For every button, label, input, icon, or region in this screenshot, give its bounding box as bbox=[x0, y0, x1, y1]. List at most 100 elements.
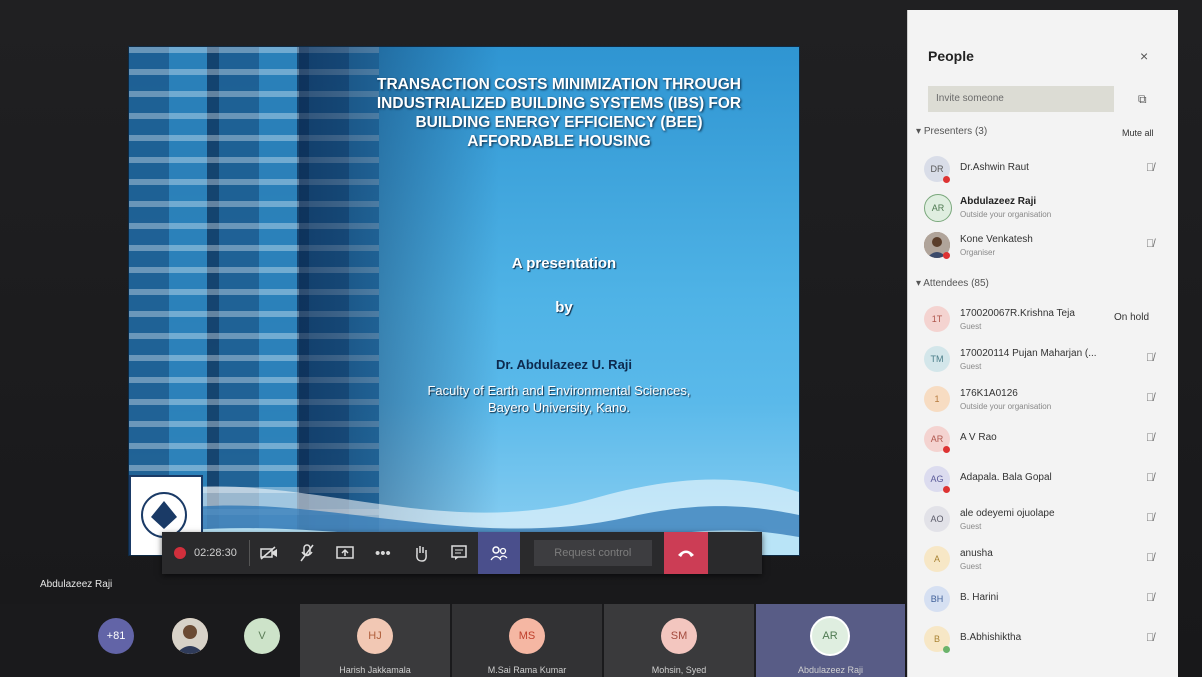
mute-all-button[interactable]: Mute all bbox=[1122, 128, 1154, 138]
participant-subtitle: Outside your organisation bbox=[960, 210, 1052, 219]
participant-row[interactable]: 1T 170020067R.Krishna Teja Guest On hold bbox=[924, 302, 1174, 340]
meeting-control-bar: 02:28:30 ••• Request control bbox=[162, 532, 762, 574]
participant-avatar: SM bbox=[661, 618, 697, 654]
participant-name: B. Harini bbox=[960, 592, 999, 603]
people-icon[interactable] bbox=[477, 532, 520, 574]
status-dot bbox=[943, 486, 950, 493]
meeting-stage: TRANSACTION COSTS MINIMIZATION THROUGH I… bbox=[0, 0, 1202, 677]
participant-name: 170020067R.Krishna Teja bbox=[960, 308, 1075, 319]
participant-name: Kone Venkatesh bbox=[960, 234, 1033, 245]
video-off-icon[interactable] bbox=[250, 532, 288, 574]
mic-off-icon[interactable]: 🎙̸ bbox=[1146, 512, 1154, 524]
mic-off-icon[interactable]: 🎙̸ bbox=[1146, 238, 1154, 250]
slide-title-line-1: TRANSACTION COSTS MINIMIZATION THROUGH bbox=[377, 76, 741, 93]
mic-off-icon[interactable]: 🎙̸ bbox=[1146, 162, 1154, 174]
status-dot bbox=[943, 176, 950, 183]
invite-input[interactable]: Invite someone bbox=[928, 86, 1114, 112]
participant-row[interactable]: 1 176K1A0126 Outside your organisation 🎙… bbox=[924, 382, 1174, 420]
participant-row[interactable]: A anusha Guest 🎙̸ bbox=[924, 542, 1174, 580]
participant-avatar: BH bbox=[924, 586, 950, 612]
participant-name: Dr.Ashwin Raut bbox=[960, 162, 1029, 173]
participant-subtitle: Guest bbox=[960, 522, 982, 531]
slide-title-line-4: AFFORDABLE HOUSING bbox=[467, 133, 651, 150]
participant-avatar: MS bbox=[509, 618, 545, 654]
participant-avatar: A bbox=[924, 546, 950, 572]
raise-hand-icon[interactable] bbox=[402, 532, 440, 574]
panel-title: People bbox=[928, 48, 974, 64]
participant-photo-avatar[interactable] bbox=[172, 618, 208, 654]
share-screen-icon[interactable] bbox=[326, 532, 364, 574]
participant-subtitle: Guest bbox=[960, 322, 982, 331]
participant-name: 170020114 Pujan Maharjan (... bbox=[960, 348, 1097, 359]
participant-name: Adapala. Bala Gopal bbox=[960, 472, 1052, 483]
mic-off-icon[interactable] bbox=[288, 532, 326, 574]
participant-row[interactable]: AR A V Rao 🎙̸ bbox=[924, 422, 1174, 460]
participant-row[interactable]: Kone Venkatesh Organiser 🎙̸ bbox=[924, 228, 1174, 266]
participant-row[interactable]: DR Dr.Ashwin Raut 🎙̸ bbox=[924, 152, 1174, 190]
shared-slide: TRANSACTION COSTS MINIMIZATION THROUGH I… bbox=[128, 46, 800, 556]
participant-name: Harish Jakkamala bbox=[339, 665, 411, 675]
slide-title-line-2: INDUSTRIALIZED BUILDING SYSTEMS (IBS) FO… bbox=[376, 95, 742, 112]
slide-title-line-3: BUILDING ENERGY EFFICIENCY (BEE) bbox=[415, 114, 703, 131]
on-hold-status: On hold bbox=[1114, 312, 1150, 323]
participant-name: Abdulazeez Raji bbox=[797, 665, 864, 675]
more-icon[interactable]: ••• bbox=[364, 532, 402, 574]
mic-off-icon[interactable]: 🎙̸ bbox=[1146, 352, 1154, 364]
chat-icon[interactable] bbox=[440, 532, 478, 574]
mic-off-icon[interactable]: 🎙̸ bbox=[1146, 632, 1154, 644]
participant-tile[interactable]: MS M.Sai Rama Kumar bbox=[452, 604, 602, 677]
participant-row[interactable]: AG Adapala. Bala Gopal 🎙̸ bbox=[924, 462, 1174, 500]
participant-subtitle: Guest bbox=[960, 562, 982, 571]
attendees-label: Attendees (85) bbox=[923, 278, 989, 289]
participant-row[interactable]: AO ale odeyemi ojuolape Guest 🎙̸ bbox=[924, 502, 1174, 540]
participant-name: B.Abhishiktha bbox=[960, 632, 1022, 643]
status-dot bbox=[943, 252, 950, 259]
participant-name: ale odeyemi ojuolape bbox=[960, 508, 1055, 519]
participant-avatar: AR bbox=[924, 194, 952, 222]
presenters-section-header[interactable]: ▾ Presenters (3) bbox=[916, 126, 987, 137]
mic-off-icon[interactable]: 🎙̸ bbox=[1146, 472, 1154, 484]
slide-affiliation-line-2: Bayero University, Kano. bbox=[487, 400, 631, 415]
participant-avatar: AR bbox=[810, 616, 850, 656]
copy-link-icon[interactable]: ⧉ bbox=[1138, 92, 1147, 107]
participant-subtitle: Guest bbox=[960, 362, 982, 371]
request-control-button[interactable]: Request control bbox=[533, 540, 652, 566]
participant-row[interactable]: AR Abdulazeez Raji Outside your organisa… bbox=[924, 190, 1174, 228]
participant-avatar: HJ bbox=[357, 618, 393, 654]
slide-by: by bbox=[555, 299, 573, 316]
participant-avatar: AO bbox=[924, 506, 950, 532]
slide-affiliation-line-1: Faculty of Earth and Environmental Scien… bbox=[427, 383, 691, 398]
participant-row[interactable]: TM 170020114 Pujan Maharjan (... Guest 🎙… bbox=[924, 342, 1174, 380]
participant-subtitle: Organiser bbox=[960, 248, 996, 257]
mic-off-icon[interactable]: 🎙̸ bbox=[1146, 592, 1154, 604]
attendees-section-header[interactable]: ▾ Attendees (85) bbox=[916, 278, 989, 289]
participant-avatar: 1T bbox=[924, 306, 950, 332]
participant-tile[interactable]: SM Mohsin, Syed bbox=[604, 604, 754, 677]
active-speaker-label: Abdulazeez Raji bbox=[40, 579, 113, 590]
participant-name: anusha bbox=[960, 548, 993, 559]
participant-name: Abdulazeez Raji bbox=[960, 196, 1037, 207]
slide-subtitle: A presentation bbox=[511, 255, 617, 272]
hang-up-icon[interactable] bbox=[663, 532, 708, 574]
participant-name: 176K1A0126 bbox=[960, 388, 1018, 399]
close-icon[interactable]: × bbox=[1140, 48, 1148, 64]
mic-off-icon[interactable]: 🎙̸ bbox=[1146, 432, 1154, 444]
chevron-down-icon: ▾ bbox=[916, 126, 924, 137]
participant-row[interactable]: BH B. Harini 🎙̸ bbox=[924, 582, 1174, 620]
participant-avatar-v[interactable]: V bbox=[244, 618, 280, 654]
mic-off-icon[interactable]: 🎙̸ bbox=[1146, 392, 1154, 404]
presenters-label: Presenters (3) bbox=[923, 126, 988, 137]
participant-strip: +81 V HJ Harish Jakkamala MS M.Sai Rama … bbox=[0, 604, 905, 677]
overflow-participants-badge[interactable]: +81 bbox=[98, 618, 134, 654]
meeting-timer: 02:28:30 bbox=[194, 547, 237, 559]
participant-row[interactable]: B B.Abhishiktha 🎙̸ bbox=[924, 622, 1174, 660]
record-icon bbox=[174, 547, 186, 559]
status-dot bbox=[943, 646, 950, 653]
mic-off-icon[interactable]: 🎙̸ bbox=[1146, 552, 1154, 564]
participant-name: Mohsin, Syed bbox=[651, 665, 707, 675]
participant-tile-active[interactable]: AR Abdulazeez Raji bbox=[756, 604, 905, 677]
people-panel: People × Invite someone ⧉ ▾ Presenters (… bbox=[907, 10, 1178, 677]
participant-name: M.Sai Rama Kumar bbox=[487, 665, 567, 675]
participant-avatar: 1 bbox=[924, 386, 950, 412]
participant-tile[interactable]: HJ Harish Jakkamala bbox=[300, 604, 450, 677]
